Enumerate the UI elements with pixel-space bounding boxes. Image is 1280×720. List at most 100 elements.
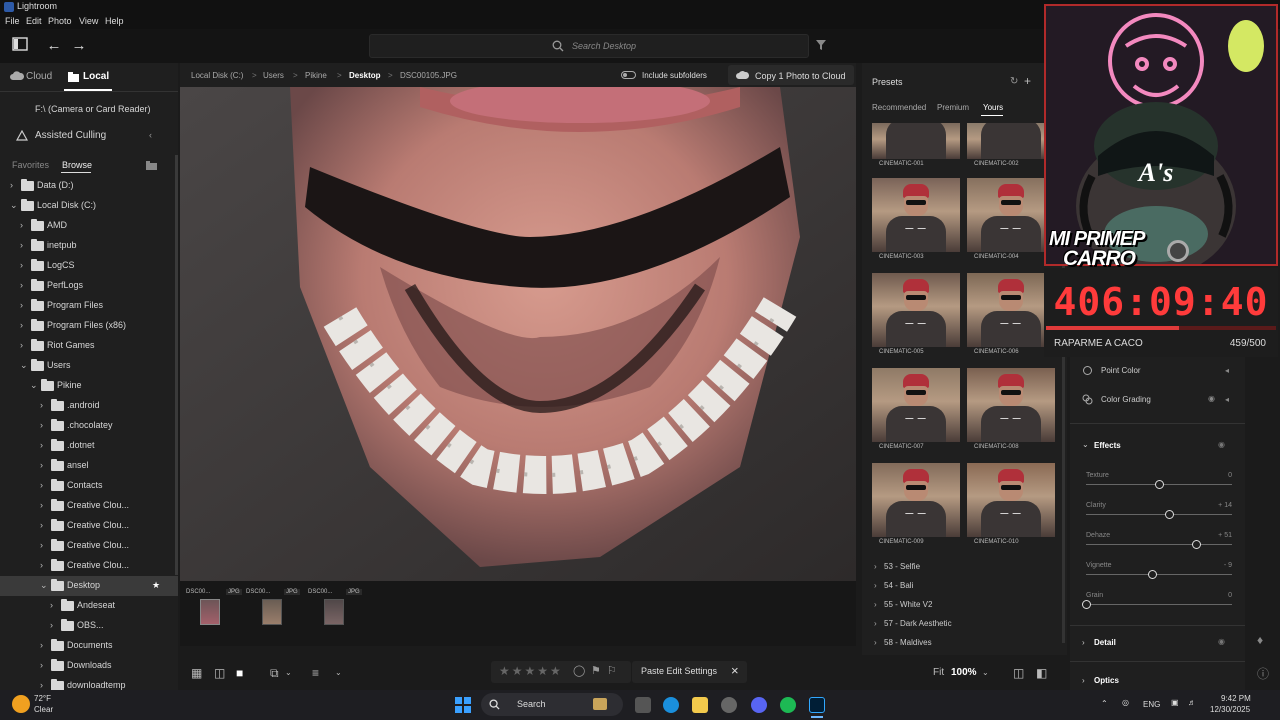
panel-toggle-icon[interactable] <box>10 37 30 55</box>
slider-dehaze[interactable]: Dehaze + 51 <box>1086 532 1232 552</box>
chevron-right-icon[interactable]: › <box>50 600 53 610</box>
folder-tree-item[interactable]: › Creative Clou... <box>0 496 178 516</box>
discord-icon[interactable] <box>751 697 767 713</box>
chevron-right-icon[interactable]: › <box>40 540 43 550</box>
tab-recommended[interactable]: Recommended <box>872 103 926 112</box>
folder-tree-item[interactable]: ⌄ Pikine <box>0 376 178 396</box>
add-preset-icon[interactable]: + <box>1024 74 1031 88</box>
folder-tree-item[interactable]: ⌄ Users <box>0 356 178 376</box>
close-icon[interactable]: × <box>731 663 739 678</box>
menu-help[interactable]: Help <box>105 16 124 26</box>
preset-card[interactable]: — — CINEMATIC-009 <box>872 463 960 551</box>
folder-tree-item[interactable]: › Data (D:) <box>0 176 178 196</box>
chevron-right-icon[interactable]: › <box>40 460 43 470</box>
folder-tree-item[interactable]: › Program Files (x86) <box>0 316 178 336</box>
chevron-right-icon[interactable]: › <box>40 440 43 450</box>
folder-tree-item[interactable]: › Creative Clou... <box>0 536 178 556</box>
effects-header[interactable]: ⌄ Effects ◉ <box>1070 438 1245 458</box>
language-indicator[interactable]: ENG <box>1143 700 1160 709</box>
preset-card[interactable]: — — CINEMATIC-008 <box>967 368 1055 456</box>
file-explorer-icon[interactable] <box>692 697 708 713</box>
grid-view-icon[interactable]: ▦ <box>191 666 202 680</box>
chevron-down-icon[interactable]: ⌄ <box>30 380 38 391</box>
refresh-icon[interactable]: ↻ <box>1010 76 1018 87</box>
folder-tree-item[interactable]: › Downloads <box>0 656 178 676</box>
chevron-down-icon[interactable]: ⌄ <box>40 580 48 591</box>
filter-icon[interactable] <box>815 39 827 51</box>
chevron-right-icon[interactable]: › <box>40 500 43 510</box>
folder-tree-item[interactable]: › Program Files <box>0 296 178 316</box>
chevron-right-icon[interactable]: › <box>40 520 43 530</box>
preset-card[interactable]: — — CINEMATIC-004 <box>967 178 1055 266</box>
folder-tree-item[interactable]: › Riot Games <box>0 336 178 356</box>
tab-yours[interactable]: Yours <box>983 103 1003 112</box>
preset-card[interactable]: CINEMATIC-002 <box>967 123 1055 173</box>
tab-browse[interactable]: Browse <box>62 160 92 170</box>
flag-icon[interactable]: ⚑ <box>591 664 601 677</box>
menu-edit[interactable]: Edit <box>26 16 42 26</box>
preset-card[interactable]: — — CINEMATIC-006 <box>967 273 1055 361</box>
folder-tree-item[interactable]: › AMD <box>0 216 178 236</box>
before-after-icon[interactable]: ◧ <box>1036 666 1047 680</box>
chevron-right-icon[interactable]: › <box>40 420 43 430</box>
left-scrollbar[interactable] <box>175 155 178 575</box>
chevron-right-icon[interactable]: › <box>20 260 23 270</box>
tab-premium[interactable]: Premium <box>937 103 969 112</box>
slider-track[interactable] <box>1086 574 1232 575</box>
paste-edit-settings-button[interactable]: Paste Edit Settings × <box>632 661 747 683</box>
photo-preview[interactable] <box>180 87 856 581</box>
weather-temp[interactable]: 72°F <box>34 694 51 703</box>
spotify-icon[interactable] <box>780 697 796 713</box>
chevron-right-icon[interactable]: › <box>40 400 43 410</box>
taskbar-search[interactable]: Search <box>481 693 623 716</box>
chevron-right-icon[interactable]: › <box>40 660 43 670</box>
info-icon[interactable]: ⓘ <box>1257 665 1269 682</box>
menu-file[interactable]: File <box>5 16 20 26</box>
windows-start-icon[interactable] <box>455 697 471 713</box>
eye-icon[interactable]: ◉ <box>1218 440 1225 449</box>
slider-knob[interactable] <box>1082 600 1091 609</box>
folder-tree-item[interactable]: › Contacts <box>0 476 178 496</box>
copy-to-cloud-button[interactable]: Copy 1 Photo to Cloud <box>728 65 854 85</box>
obs-icon[interactable] <box>721 697 737 713</box>
square-grid-icon[interactable]: ◫ <box>214 666 225 680</box>
chevron-right-icon[interactable]: › <box>20 340 23 350</box>
folder-tree-item[interactable]: › .dotnet <box>0 436 178 456</box>
chevron-down-icon[interactable]: ⌄ <box>20 360 28 371</box>
folder-tree-item[interactable]: › inetpub <box>0 236 178 256</box>
folder-tree-item[interactable]: › Creative Clou... <box>0 516 178 536</box>
sort-icon[interactable]: ≡ <box>312 666 319 680</box>
edge-icon[interactable] <box>663 697 679 713</box>
chevron-up-icon[interactable]: ⌃ <box>1101 699 1108 708</box>
preset-card[interactable]: — — CINEMATIC-005 <box>872 273 960 361</box>
microphone-icon[interactable]: ◎ <box>1122 698 1129 707</box>
clock-date[interactable]: 12/30/2025 <box>1210 705 1250 714</box>
favorite-star-icon[interactable]: ★ <box>152 580 160 591</box>
chevron-right-icon[interactable]: › <box>40 640 43 650</box>
chevron-down-icon[interactable]: ⌄ <box>982 668 989 677</box>
preset-card[interactable]: — — CINEMATIC-010 <box>967 463 1055 551</box>
chevron-right-icon[interactable]: › <box>20 240 23 250</box>
folder-tree-item[interactable]: › .android <box>0 396 178 416</box>
menu-view[interactable]: View <box>79 16 98 26</box>
chevron-right-icon[interactable]: › <box>20 300 23 310</box>
slider-knob[interactable] <box>1155 480 1164 489</box>
point-color-row[interactable]: Point Color ◂ <box>1070 363 1245 383</box>
search-input[interactable]: Search Desktop <box>369 34 809 58</box>
crumb-users[interactable]: Users <box>263 71 284 80</box>
chevron-right-icon[interactable]: › <box>20 280 23 290</box>
tag-icon[interactable]: ♦ <box>1257 633 1263 647</box>
tab-local[interactable]: Local <box>83 71 109 82</box>
chevron-right-icon[interactable]: › <box>10 180 13 190</box>
eye-icon[interactable]: ◉ <box>1208 394 1215 403</box>
crumb-local-disk[interactable]: Local Disk (C:) <box>191 71 243 80</box>
eye-icon[interactable]: ◉ <box>1218 637 1225 646</box>
preset-card[interactable]: — — CINEMATIC-007 <box>872 368 960 456</box>
tab-cloud[interactable]: Cloud <box>26 71 52 82</box>
slider-texture[interactable]: Texture 0 <box>1086 472 1232 492</box>
network-icon[interactable]: ▣ <box>1171 698 1179 707</box>
chevron-right-icon[interactable]: › <box>40 480 43 490</box>
slider-vignette[interactable]: Vignette - 9 <box>1086 562 1232 582</box>
clock-time[interactable]: 9:42 PM <box>1221 694 1251 703</box>
folder-tree-item[interactable]: › .chocolatey <box>0 416 178 436</box>
